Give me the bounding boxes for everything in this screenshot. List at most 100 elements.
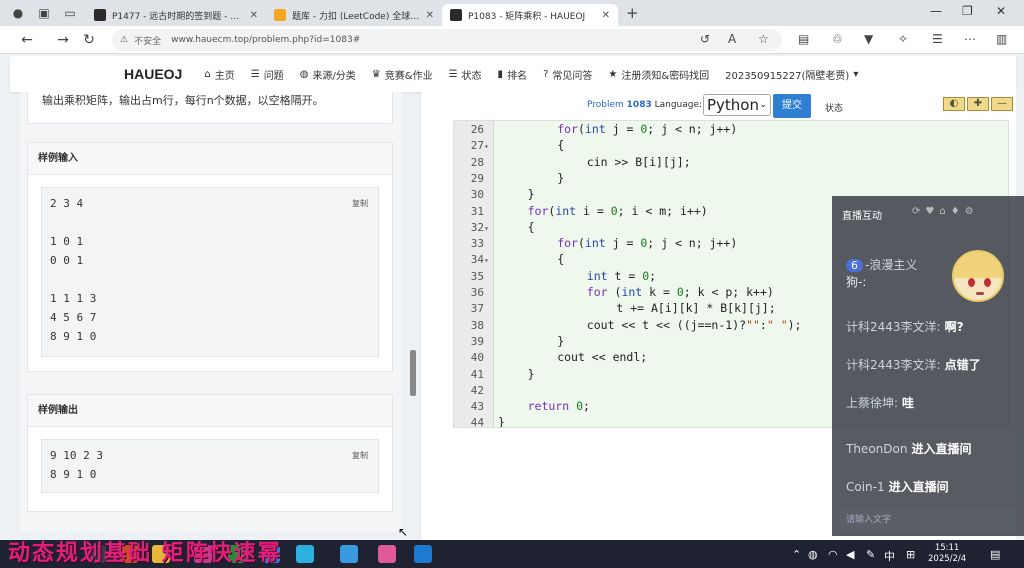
nav-item[interactable]: ★ 注册须知&密码找回 [608, 67, 709, 82]
minimize-icon[interactable]: — [930, 4, 942, 18]
wifi-icon[interactable]: ◠ [828, 548, 838, 561]
code-text: for (int k = 0; k < p; k++) [498, 284, 774, 300]
theme-icon[interactable]: ◐ [943, 97, 965, 111]
close-window-icon[interactable]: ✕ [996, 4, 1006, 18]
edge-icon[interactable] [296, 545, 314, 563]
code-text: { [498, 251, 564, 267]
back-icon[interactable]: ← [16, 32, 38, 48]
chat-username[interactable]: -浪漫主义 [865, 258, 917, 272]
chat-message: 6 -浪漫主义 狗-: [846, 256, 917, 290]
line-number: 28 [470, 155, 484, 169]
browser-tab[interactable]: 题库 - 力扣 (LeetCode) 全球极客 ✕ [266, 4, 442, 26]
favicon-icon [94, 9, 106, 21]
live-chat-panel: 直播互动 ⟳♥⌂♦⚙ 6 -浪漫主义 狗-: 计科2443李文洋: 啊? 计科2443李文… [832, 196, 1024, 536]
code-token: } [527, 187, 535, 202]
code-token: } [557, 170, 565, 185]
collections-icon[interactable]: ▤ [798, 32, 809, 46]
close-tab-icon[interactable]: ✕ [250, 10, 258, 21]
tab-actions-icon[interactable]: ▭ [62, 5, 78, 21]
chat-input[interactable]: 请输入文字 [840, 509, 1016, 531]
chat-username[interactable]: Coin-1 [846, 480, 885, 494]
nav-item[interactable]: ♛ 竞赛&作业 [372, 67, 433, 82]
ime-icon[interactable]: ⊞ [906, 548, 915, 561]
ime-indicator[interactable]: 中 [884, 548, 895, 564]
code-token: { [557, 138, 565, 153]
browser-tab[interactable]: P1477 - 远古时期的签到题 - HAU ✕ [86, 4, 266, 26]
chat-username[interactable]: 计科2443李文洋: [846, 358, 941, 372]
notification-icon[interactable]: ▤ [990, 548, 1000, 561]
site-brand[interactable]: HAUEOJ [124, 66, 182, 82]
shield-icon[interactable]: ▼ [864, 32, 873, 46]
tracking-icon[interactable]: ♲ [832, 32, 843, 46]
refresh-icon[interactable]: ↻ [78, 32, 100, 48]
code-text: int t = 0; [498, 268, 656, 284]
close-tab-icon[interactable]: ✕ [426, 10, 434, 21]
nav-item[interactable]: ◍ 来源/分类 [300, 67, 356, 82]
sample-input-title: 样例输入 [28, 143, 392, 175]
nav-item[interactable]: ☰ 问题 [251, 67, 284, 82]
line-number: 32 [470, 220, 484, 234]
favicon-icon [274, 9, 286, 21]
volume-icon[interactable]: ◀ [846, 548, 854, 561]
vscode-icon[interactable] [414, 545, 432, 563]
url-text[interactable]: www.hauecm.top/problem.php?id=1083# [171, 35, 360, 45]
read-aloud-icon[interactable]: A [728, 32, 736, 46]
favorite-star-icon[interactable]: ☆ [758, 32, 769, 46]
chevron-up-icon[interactable]: ⌃ [792, 548, 801, 561]
output-description: 输出乘积矩阵，输出占m行，每行n个数据，以空格隔开。 [42, 94, 324, 107]
code-text: for(int j = 0; j < n; j++) [498, 235, 737, 251]
collapse-icon[interactable]: — [991, 97, 1013, 111]
user-name: 202350915227(隔壁老贾) [725, 70, 850, 82]
scrollbar-thumb[interactable] [410, 350, 416, 396]
profile-icon[interactable]: ● [10, 5, 26, 21]
code-token: j = [605, 122, 641, 136]
code-token: k = [642, 285, 677, 299]
code-token: } [527, 366, 535, 381]
pen-icon[interactable]: ✎ [866, 548, 875, 561]
status-link[interactable]: 状态 [825, 101, 843, 114]
sidebar-icon[interactable]: ▥ [996, 32, 1007, 46]
chat-username[interactable]: 计科2443李文洋: [846, 320, 941, 334]
nav-item[interactable]: ☰ 状态 [449, 67, 482, 82]
network-icon[interactable]: ◍ [808, 548, 818, 561]
chat-text: 点错了 [944, 358, 981, 372]
translate-icon[interactable]: ↺ [700, 32, 710, 46]
line-number: 35 [470, 269, 484, 283]
copy-input-button[interactable]: 复制 [352, 198, 368, 209]
favorites-icon[interactable]: ☰ [932, 32, 943, 46]
expand-icon[interactable]: ✚ [967, 97, 989, 111]
chat-message: 上蔡徐坤: 哇 [846, 394, 914, 411]
code-text: t += A[i][k] * B[k][j]; [498, 300, 775, 316]
clock[interactable]: 15:11 2025/2/4 [928, 543, 966, 565]
live-chat-toolbar-icons[interactable]: ⟳♥⌂♦⚙ [912, 206, 979, 217]
code-token: ; [583, 399, 590, 414]
extensions-icon[interactable]: ✧ [898, 32, 908, 46]
app-icon[interactable] [340, 545, 358, 563]
code-token: ; i < m; i++) [617, 203, 708, 218]
close-tab-icon[interactable]: ✕ [602, 10, 610, 21]
nav-item[interactable]: ⌂ 主页 [204, 67, 234, 82]
url-field[interactable]: ⚠ 不安全 www.hauecm.top/problem.php?id=1083… [112, 29, 782, 51]
chat-text: 狗-: [846, 275, 867, 289]
nav-item[interactable]: ▮ 排名 [498, 67, 528, 82]
workspaces-icon[interactable]: ▣ [36, 5, 52, 21]
code-text: { [498, 137, 564, 153]
editor-toolbar: Problem 1083 Language: Python ⌄ 提交 状态 ◐ … [421, 92, 1017, 120]
new-tab-button[interactable]: + [626, 4, 639, 22]
more-icon[interactable]: ⋯ [964, 32, 976, 46]
tab-title: P1477 - 远古时期的签到题 - HAU [112, 11, 244, 22]
chat-username[interactable]: 上蔡徐坤: [846, 396, 898, 410]
chat-username[interactable]: TheonDon [846, 442, 907, 456]
submit-button[interactable]: 提交 [773, 94, 811, 118]
user-menu[interactable]: 202350915227(隔壁老贾) ▾ [725, 67, 858, 82]
code-token: : [759, 317, 767, 332]
forward-icon[interactable]: → [52, 32, 74, 48]
language-select[interactable]: Python ⌄ [703, 94, 771, 116]
code-token: 0 [576, 399, 584, 414]
maximize-icon[interactable]: ❐ [962, 4, 973, 18]
bilibili-icon[interactable] [378, 545, 396, 563]
browser-tab[interactable]: P1083 - 矩阵乘积 - HAUEOJ ✕ [442, 4, 618, 26]
copy-output-button[interactable]: 复制 [352, 450, 368, 461]
nav-item[interactable]: ? 常见问答 [543, 67, 592, 82]
code-text: for(int i = 0; i < m; i++) [498, 203, 708, 219]
